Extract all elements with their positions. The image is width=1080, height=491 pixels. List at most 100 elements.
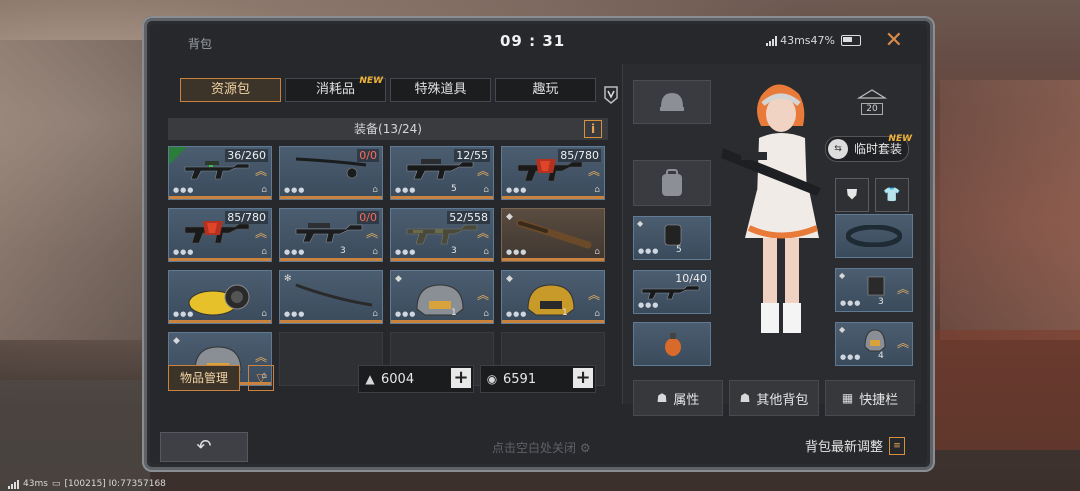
- footer: ↶ 点击空白处关闭 ⚙ 背包最新调整 ≡: [150, 428, 927, 464]
- inventory-grid: 36/260 ︽ ●●● ⌂ 0/0 ●●● ⌂ 12/55 ︽ ●●● 5 ⌂…: [168, 146, 605, 386]
- upgrade-chevron-icon: ︽: [476, 226, 489, 240]
- grenade-icon: [665, 333, 681, 356]
- system-bar: 43ms ▭ [100215] I0:77357168: [8, 479, 166, 489]
- outfit-icon: ⇆: [828, 139, 848, 159]
- tab-consumables[interactable]: 消耗品 NEW: [285, 76, 386, 102]
- inventory-item-katana[interactable]: ✻ ●●● ⌂: [279, 270, 383, 324]
- info-icon[interactable]: i: [584, 120, 602, 138]
- tab-fun[interactable]: 趣玩: [495, 78, 596, 102]
- inventory-item-fishing-rod[interactable]: 0/0 ●●● ⌂: [279, 146, 383, 200]
- star-dots: ●●●: [506, 310, 528, 318]
- helmet-icon: [864, 329, 886, 352]
- person-icon: ☗: [656, 391, 668, 405]
- battery-icon: [841, 35, 861, 46]
- armor-view-toggle[interactable]: ⛊: [835, 178, 869, 212]
- upgrade-chevron-icon: ︽: [896, 282, 909, 296]
- inventory-item-helmet-1[interactable]: ◆ ︽ ●●● 1 ⌂: [390, 270, 494, 324]
- inventory-toolbar: 物品管理 ▽ ▲ 6004 + ◉ 6591 +: [168, 361, 608, 397]
- inventory-item-yellow-gear[interactable]: ●●● ⌂: [168, 270, 272, 324]
- character-panel: ◆ ●●● 5 10/40 ●●● 20 ⇆ 临时套装 NEW ⛊ 👕 ◆ ︽ …: [622, 64, 921, 416]
- add-gold-button[interactable]: +: [451, 368, 471, 388]
- currency-coin: ◉ 6591 +: [480, 365, 596, 393]
- tab-resource-pack[interactable]: 资源包: [180, 78, 281, 102]
- backpack-cosmetic-slot[interactable]: [633, 160, 711, 206]
- hat-slot[interactable]: [633, 80, 711, 124]
- tab-special-items[interactable]: 特殊道具: [390, 78, 491, 102]
- star-dots: ●●●: [173, 248, 195, 256]
- category-tabs: 资源包 消耗品 NEW 特殊道具 趣玩: [180, 76, 596, 102]
- temporary-outfit-button[interactable]: ⇆ 临时套装 NEW: [825, 134, 912, 162]
- star-dots: ●●●: [173, 186, 195, 194]
- helmet-slot[interactable]: ◆ ︽ ●●● 4: [835, 322, 913, 366]
- backpack-window: 背包 09 : 31 43ms47% ✕ 资源包 消耗品 NEW 特殊道具 趣玩 …: [142, 16, 935, 472]
- upgrade-chevron-icon: ︽: [254, 164, 267, 178]
- close-icon[interactable]: ✕: [885, 30, 903, 52]
- equipment-header: 装备(13/24) i: [168, 118, 608, 140]
- grenade-slot[interactable]: [633, 322, 711, 366]
- inventory-item-red-rifle-2[interactable]: 85/780 ︽ ●●● ⌂: [168, 208, 272, 262]
- star-dots: ●●●: [284, 248, 306, 256]
- inventory-item-bat[interactable]: ◆ ●●● ⌂: [501, 208, 605, 262]
- lock-icon: ⌂: [261, 185, 267, 195]
- back-arrow-icon: ↶: [196, 436, 212, 457]
- armor-icon: [867, 276, 885, 296]
- status-text: 43ms47%: [780, 34, 835, 47]
- ammo-count: 10/40: [675, 272, 707, 285]
- back-button[interactable]: ↶: [160, 432, 248, 462]
- star-dots: ●●●: [638, 247, 660, 255]
- belt-slot[interactable]: [835, 214, 913, 258]
- character-actions: ☗ 属性 ☗ 其他背包 ▦ 快捷栏: [633, 380, 915, 416]
- outfit-view-toggle[interactable]: 👕: [875, 178, 909, 212]
- katana-icon: [295, 283, 373, 307]
- currency-value: 6004: [381, 371, 415, 387]
- gear-icon: ⚙: [579, 441, 591, 455]
- coin-icon: ◉: [486, 372, 498, 386]
- add-coin-button[interactable]: +: [573, 368, 593, 388]
- star-dots: ●●●: [506, 186, 528, 194]
- upgrade-chevron-icon: ︽: [254, 226, 267, 240]
- inventory-panel: 资源包 消耗品NEW 特殊道具 趣玩 装备(13/24) i 36/260 ︽: [158, 64, 618, 404]
- inventory-item-camo-rifle[interactable]: 52/558 ︽ ●●● 3 ⌂: [390, 208, 494, 262]
- top-bar: 背包 09 : 31 43ms47% ✕: [150, 24, 927, 62]
- lock-icon: ⌂: [594, 185, 600, 195]
- belt-icon: [846, 225, 902, 247]
- upgrade-chevron-icon: ︽: [896, 336, 909, 350]
- inventory-item-red-rifle-1[interactable]: 85/780 ︽ ●●● ⌂: [501, 146, 605, 200]
- star-dots: ●●●: [395, 310, 417, 318]
- lock-icon: ⌂: [261, 309, 267, 319]
- inventory-item-gold-helmet[interactable]: ◆ ︽ ●●● 1 ⌂: [501, 270, 605, 324]
- yellow-gear-icon: [188, 284, 250, 316]
- grid-icon: ▦: [841, 391, 854, 405]
- gem-icon: ◆: [839, 325, 846, 334]
- signal-icon: [8, 479, 19, 489]
- inventory-item-rifle-3[interactable]: 0/0 ︽ ●●● 3 ⌂: [279, 208, 383, 262]
- status-indicators: 43ms47%: [766, 34, 861, 47]
- armor-slot[interactable]: ◆ ︽ ●●● 3: [835, 268, 913, 312]
- currency-value: 6591: [503, 371, 537, 387]
- star-dots: ●●●: [638, 301, 660, 309]
- star-dots: ●●●: [395, 186, 417, 194]
- weapon-slot[interactable]: 10/40 ●●●: [633, 270, 711, 314]
- attributes-button[interactable]: ☗ 属性: [633, 380, 723, 416]
- item-level: 1: [562, 308, 568, 318]
- lock-icon: ⌂: [594, 309, 600, 319]
- star-dots: ●●●: [284, 186, 306, 194]
- filter-icon[interactable]: ▽: [248, 365, 274, 391]
- controller-icon: ▭: [51, 479, 61, 489]
- backpack-slot[interactable]: ◆ ●●● 5: [633, 216, 711, 260]
- lock-icon: ⌂: [372, 185, 378, 195]
- star-dots: ●●●: [284, 310, 306, 318]
- star-dots: ●●●: [395, 248, 417, 256]
- inventory-item-rifle-2[interactable]: 12/55 ︽ ●●● 5 ⌂: [390, 146, 494, 200]
- latest-adjustments-button[interactable]: 背包最新调整 ≡: [805, 436, 905, 455]
- inventory-item-rifle-1[interactable]: 36/260 ︽ ●●● ⌂: [168, 146, 272, 200]
- vip-badge-icon: [604, 86, 618, 104]
- quick-slots-button[interactable]: ▦ 快捷栏: [825, 380, 915, 416]
- new-badge: NEW: [359, 76, 383, 86]
- item-management-button[interactable]: 物品管理: [168, 365, 240, 391]
- upgrade-chevron-icon: ︽: [365, 226, 378, 240]
- lock-icon: ⌂: [483, 309, 489, 319]
- other-bags-button[interactable]: ☗ 其他背包: [729, 380, 819, 416]
- snowflake-icon: ✻: [284, 274, 292, 284]
- item-level: 4: [878, 351, 884, 361]
